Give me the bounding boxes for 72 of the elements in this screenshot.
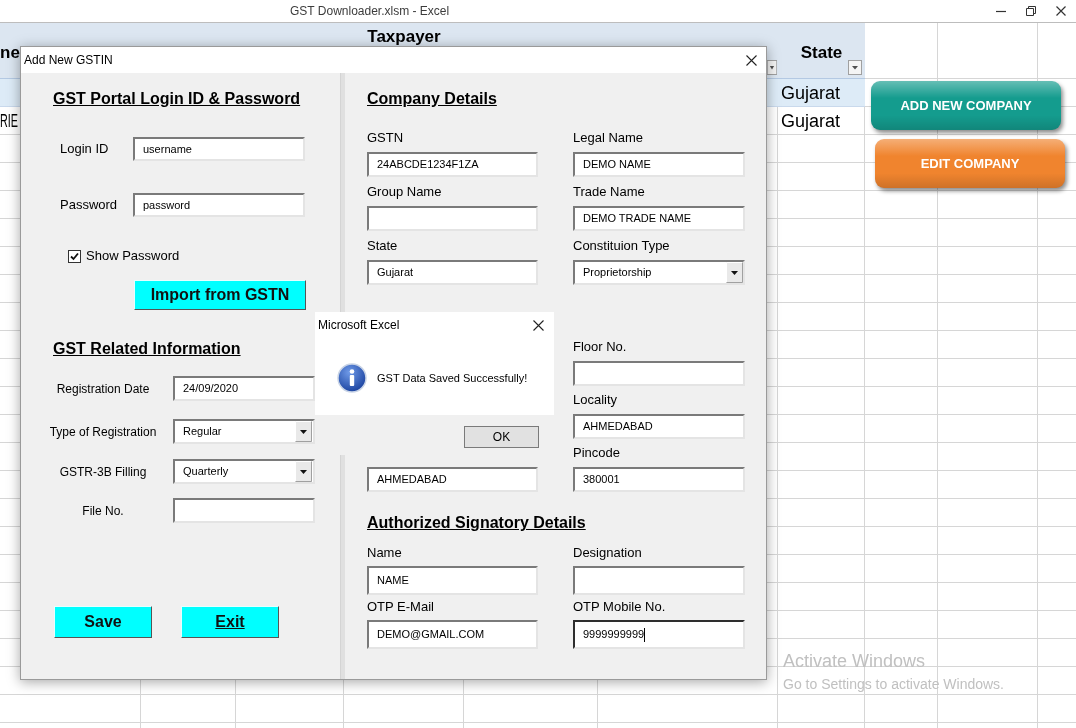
field-label: Type of Registration [48, 423, 158, 441]
field-label: Constituion Type [573, 238, 670, 254]
text-field[interactable]: DEMO TRADE NAME [573, 206, 745, 231]
restore-icon[interactable] [1026, 6, 1036, 16]
text-field[interactable]: 380001 [573, 467, 745, 492]
table-cell-text: Gujarat [780, 81, 841, 104]
section-heading: Authorized Signatory Details [367, 513, 586, 533]
dialog-button[interactable]: Exit [181, 606, 279, 638]
text-cursor-icon [644, 627, 646, 642]
text-field[interactable]: AHMEDABAD [573, 414, 745, 439]
table-cell-text: Gujarat [780, 110, 841, 132]
checkbox[interactable] [68, 249, 81, 263]
message-box-title: Microsoft Excel [317, 317, 400, 334]
field-label: Group Name [367, 184, 442, 200]
text-field[interactable] [367, 206, 538, 231]
close-icon[interactable] [746, 54, 757, 66]
activation-notice-text: Go to Settings to activate Windows. [783, 675, 1004, 693]
info-icon [337, 363, 367, 393]
text-field[interactable]: AHMEDABAD [367, 467, 538, 492]
field-label: State [367, 238, 398, 254]
column-header: ne [0, 43, 20, 63]
text-field[interactable] [573, 361, 745, 386]
dialog-button[interactable]: Save [54, 606, 152, 638]
field-label: Floor No. [573, 339, 627, 355]
field-label: Password [60, 196, 119, 215]
text-field[interactable]: 24ABCDE1234F1ZA [367, 152, 538, 177]
text-field[interactable]: DEMO@GMAIL.COM [367, 620, 538, 649]
ok-button[interactable]: OK [464, 426, 539, 448]
field-label: Trade Name [573, 184, 645, 200]
filter-dropdown-icon[interactable] [767, 60, 777, 75]
text-field[interactable]: NAME [367, 566, 538, 595]
field-label: Pincode [573, 445, 620, 461]
field-label: GSTR-3B Filling [58, 463, 148, 481]
text-field[interactable]: Gujarat [367, 260, 538, 285]
close-icon[interactable] [1056, 6, 1066, 16]
field-label: File No. [81, 502, 125, 520]
dropdown-field[interactable]: Regular [173, 419, 315, 444]
text-field[interactable]: username [133, 137, 305, 161]
field-label: Registration Date [55, 380, 151, 398]
column-header: State [800, 43, 843, 63]
close-icon[interactable] [533, 319, 544, 331]
checkbox-label: Show Password [86, 247, 180, 266]
section-heading: Company Details [367, 89, 497, 109]
import-button[interactable]: Import from GSTN [134, 280, 306, 310]
field-label: OTP E-Mail [367, 599, 434, 615]
table-cell: RIE [0, 110, 18, 132]
section-heading: GST Related Information [53, 339, 241, 359]
message-text: GST Data Saved Successfully! [377, 370, 528, 386]
dropdown-arrow-icon[interactable] [295, 421, 312, 442]
text-field[interactable]: DEMO NAME [573, 152, 745, 177]
text-field[interactable]: 9999999999 [573, 620, 745, 649]
text-field[interactable] [573, 566, 745, 595]
text-field[interactable] [173, 498, 315, 523]
text-field[interactable]: password [133, 193, 305, 217]
text-field[interactable]: 24/09/2020 [173, 376, 315, 401]
field-label: GSTN [367, 130, 404, 146]
window-title: GST Downloader.xlsm - Excel [290, 3, 450, 20]
section-heading: GST Portal Login ID & Password [53, 89, 301, 109]
field-label: OTP Mobile No. [573, 599, 666, 615]
dropdown-field[interactable]: Quarterly [173, 459, 315, 484]
activation-notice-title: Activate Windows [783, 650, 927, 672]
field-label: Designation [573, 545, 642, 561]
field-label: Login ID [60, 140, 110, 159]
field-label: Name [367, 545, 402, 561]
field-label: Locality [573, 392, 618, 408]
field-label: Legal Name [573, 130, 644, 146]
dialog-title: Add New GSTIN [23, 52, 113, 69]
filter-dropdown-icon[interactable] [848, 60, 862, 75]
column-header: Taxpayer [367, 27, 441, 47]
dropdown-arrow-icon[interactable] [726, 262, 743, 283]
dropdown-field[interactable]: Proprietorship [573, 260, 745, 285]
dropdown-arrow-icon[interactable] [295, 461, 312, 482]
